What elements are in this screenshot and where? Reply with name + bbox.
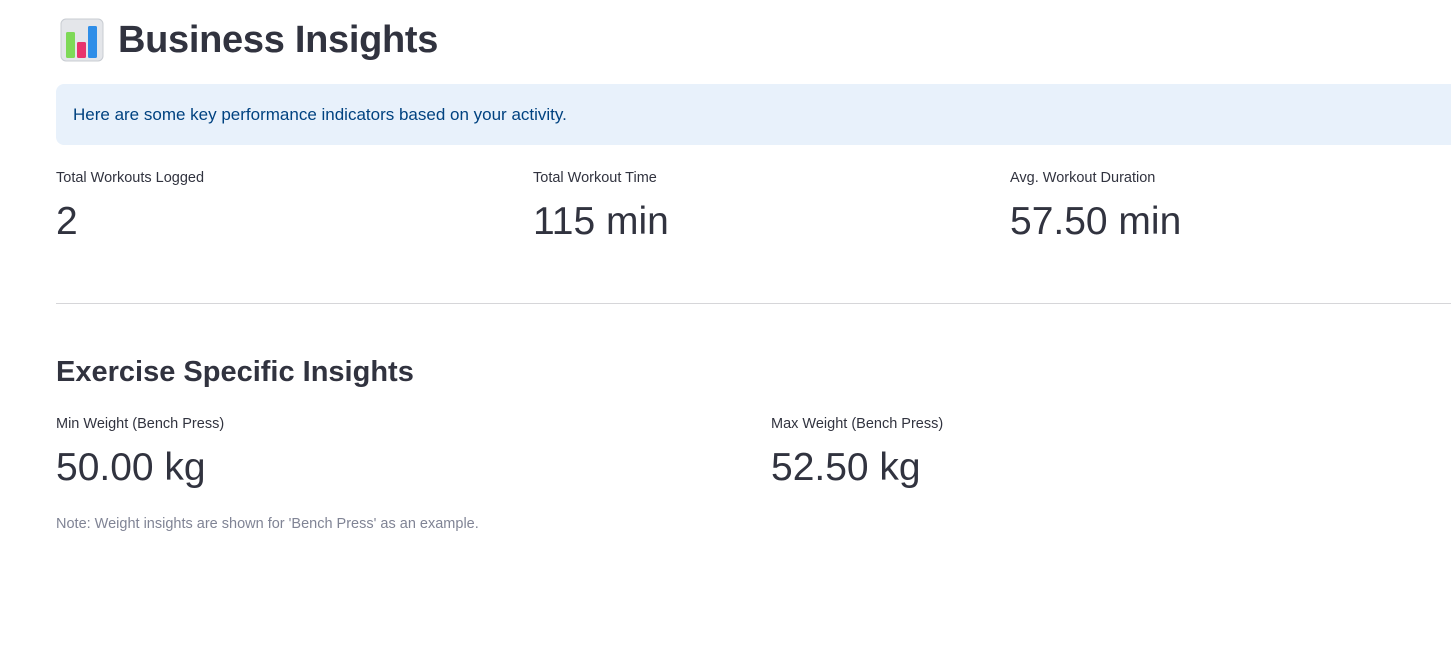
metric-value: 52.50 kg	[771, 446, 921, 489]
info-alert: Here are some key performance indicators…	[56, 84, 1451, 145]
section-title: Exercise Specific Insights	[56, 356, 414, 388]
metric-total-workouts: Total Workouts Logged 2	[56, 169, 204, 245]
bar-chart-icon	[60, 18, 104, 62]
metric-avg-workout-duration: Avg. Workout Duration 57.50 min	[1010, 169, 1181, 245]
metric-label: Total Workout Time	[533, 170, 657, 186]
info-alert-text: Here are some key performance indicators…	[73, 104, 567, 124]
note-text: Note: Weight insights are shown for 'Ben…	[56, 516, 479, 532]
page-header: Business Insights	[60, 16, 438, 64]
section-divider	[56, 303, 1451, 304]
metric-label: Max Weight (Bench Press)	[771, 416, 944, 432]
metric-label: Avg. Workout Duration	[1010, 170, 1156, 186]
metric-value: 115 min	[533, 200, 669, 243]
metric-value: 57.50 min	[1010, 200, 1182, 243]
metric-value: 2	[56, 200, 78, 243]
metric-total-workout-time: Total Workout Time 115 min	[533, 169, 669, 245]
metric-label: Total Workouts Logged	[56, 170, 205, 186]
page-title: Business Insights	[118, 18, 439, 61]
metric-min-weight: Min Weight (Bench Press) 50.00 kg	[56, 415, 224, 491]
page: Business Insights Here are some key perf…	[0, 0, 1451, 645]
metric-max-weight: Max Weight (Bench Press) 52.50 kg	[771, 415, 943, 491]
metric-value: 50.00 kg	[56, 446, 206, 489]
metric-label: Min Weight (Bench Press)	[56, 416, 225, 432]
